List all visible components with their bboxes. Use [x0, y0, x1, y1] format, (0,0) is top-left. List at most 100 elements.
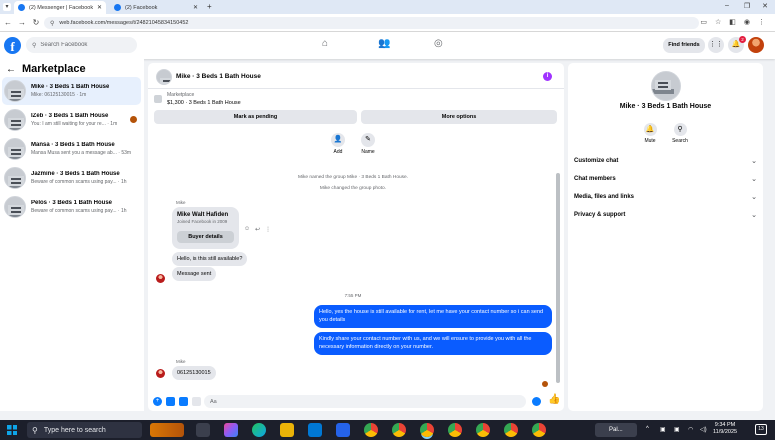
sender-avatar: [156, 369, 165, 378]
reply-icon[interactable]: ↩: [255, 226, 260, 233]
conversation-item[interactable]: Mike · 3 Beds 1 Bath House Mike: 0612513…: [2, 77, 141, 105]
outgoing-message[interactable]: Hello, yes the house is still available …: [314, 305, 552, 328]
image-icon[interactable]: [166, 397, 175, 406]
tab-messenger[interactable]: (2) Messenger | Facebook ✕: [14, 1, 106, 14]
customize-chat-section[interactable]: Customize chat ⌄: [574, 155, 757, 167]
chat-title[interactable]: Mike · 3 Beds 1 Bath House: [176, 73, 261, 80]
chrome-icon[interactable]: [420, 423, 434, 437]
find-friends-button[interactable]: Find friends: [663, 38, 705, 53]
menu-grid-icon[interactable]: ⋮⋮: [708, 37, 724, 53]
forward-icon[interactable]: →: [17, 18, 27, 28]
friends-icon[interactable]: 👥: [378, 38, 390, 49]
tray-app-icon[interactable]: ▣: [674, 426, 680, 433]
edge-icon[interactable]: [252, 423, 266, 437]
conversation-info-icon[interactable]: i: [543, 72, 552, 81]
minimize-icon[interactable]: –: [720, 2, 734, 9]
tab-facebook[interactable]: (2) Facebook ✕: [110, 1, 202, 14]
incoming-message[interactable]: Hello, is this still available?: [172, 252, 248, 266]
bookmark-star-icon[interactable]: ☆: [715, 18, 721, 26]
incoming-message[interactable]: Message sent: [172, 267, 217, 281]
cast-icon[interactable]: ▭: [700, 18, 707, 26]
news-widget-icon[interactable]: [150, 423, 184, 437]
plus-icon[interactable]: +: [153, 397, 162, 406]
close-tab-icon[interactable]: ✕: [193, 4, 198, 11]
tab-search-icon[interactable]: ▾: [3, 3, 11, 11]
chevron-down-icon: ⌄: [751, 158, 757, 165]
groups-icon[interactable]: ◎: [434, 38, 443, 49]
chrome-icon[interactable]: [364, 423, 378, 437]
marketplace-listing-banner[interactable]: Marketplace $1,300 · 3 Beds 1 Bath House: [154, 92, 241, 106]
sender-name: Mike: [176, 359, 186, 364]
react-icon[interactable]: ☺: [244, 226, 250, 233]
privacy-support-section[interactable]: Privacy & support ⌄: [574, 209, 757, 221]
profile-icon[interactable]: ◉: [744, 18, 750, 26]
add-people-button[interactable]: 👤 Add: [326, 133, 350, 155]
windows-start-icon[interactable]: [7, 425, 17, 435]
chrome-icon[interactable]: [476, 423, 490, 437]
copilot-icon[interactable]: [224, 423, 238, 437]
close-window-icon[interactable]: ✕: [758, 2, 772, 10]
wifi-icon[interactable]: ◠: [688, 426, 693, 433]
more-options-button[interactable]: More options: [361, 110, 557, 124]
volume-icon[interactable]: ◁): [700, 426, 707, 433]
name-group-button[interactable]: ✎ Name: [356, 133, 380, 155]
buyer-details-button[interactable]: Buyer details: [177, 231, 234, 243]
group-avatar[interactable]: [651, 71, 681, 101]
conversation-item[interactable]: Mansa · 3 Beds 1 Bath House Mansa Musa s…: [2, 135, 141, 163]
facebook-logo-icon[interactable]: f: [4, 37, 21, 54]
chrome-icon[interactable]: [392, 423, 406, 437]
back-icon[interactable]: ←: [3, 18, 13, 28]
house-avatar: [4, 196, 26, 218]
menu-icon[interactable]: ⋮: [758, 18, 765, 26]
url-field[interactable]: ⚲ web.facebook.com/messages/t/2482104583…: [44, 17, 699, 29]
facebook-search[interactable]: ⚲: [26, 37, 137, 53]
restore-icon[interactable]: ❐: [740, 2, 754, 10]
taskbar-search[interactable]: ⚲ Type here to search: [27, 422, 142, 438]
outlook-icon[interactable]: [308, 423, 322, 437]
profile-avatar[interactable]: [748, 37, 764, 53]
facebook-search-input[interactable]: [40, 42, 131, 48]
mute-button[interactable]: 🔔 Mute: [635, 123, 665, 144]
file-explorer-icon[interactable]: [280, 423, 294, 437]
chat-members-section[interactable]: Chat members ⌄: [574, 173, 757, 185]
conversation-item[interactable]: IZeb · 3 Beds 1 Bath House You: I am sti…: [2, 106, 141, 134]
listing-price: $1,300 · 3 Beds 1 Bath House: [167, 100, 241, 106]
chrome-icon[interactable]: [532, 423, 546, 437]
gif-icon[interactable]: [192, 397, 201, 406]
emoji-icon[interactable]: [532, 397, 541, 406]
message-composer: + 👍: [148, 392, 564, 411]
outgoing-message[interactable]: Kindly share your contact number with us…: [314, 332, 552, 355]
task-view-icon[interactable]: [196, 423, 210, 437]
house-avatar: [4, 138, 26, 160]
search-label: Search: [672, 138, 688, 144]
tray-app-icon[interactable]: ▣: [660, 426, 666, 433]
more-icon[interactable]: ⋮: [265, 226, 271, 233]
notification-center-icon[interactable]: 13: [755, 424, 767, 435]
conversation-item[interactable]: Pelos · 3 Beds 1 Bath House Beware of co…: [2, 193, 141, 221]
chrome-icon[interactable]: [448, 423, 462, 437]
close-tab-icon[interactable]: ✕: [97, 4, 102, 11]
taskbar-clock[interactable]: 9:34 PM 11/9/2025: [713, 422, 737, 436]
pinned-app-button[interactable]: Pal...: [595, 423, 637, 437]
new-tab-icon[interactable]: +: [207, 2, 212, 11]
thumbs-up-icon[interactable]: 👍: [548, 394, 560, 405]
search-conversation-button[interactable]: ⚲ Search: [665, 123, 695, 144]
sticker-icon[interactable]: [179, 397, 188, 406]
home-icon[interactable]: ⌂: [322, 38, 328, 49]
back-arrow-icon[interactable]: ←: [6, 64, 16, 75]
chevron-down-icon: ⌄: [751, 212, 757, 219]
chat-avatar[interactable]: [156, 69, 172, 85]
message-input[interactable]: [204, 395, 504, 408]
chrome-icon[interactable]: [504, 423, 518, 437]
reload-icon[interactable]: ↻: [31, 18, 41, 28]
media-files-links-section[interactable]: Media, files and links ⌄: [574, 191, 757, 203]
tray-chevron-icon[interactable]: ^: [646, 426, 649, 432]
chat-scrollbar[interactable]: [556, 173, 560, 383]
extension-icon[interactable]: ◧: [729, 18, 736, 26]
mark-as-pending-button[interactable]: Mark as pending: [154, 110, 357, 124]
add-label: Add: [333, 149, 343, 155]
site-info-icon[interactable]: ⚲: [50, 20, 54, 27]
conversation-item[interactable]: Jazmine · 3 Beds 1 Bath House Beware of …: [2, 164, 141, 192]
incoming-message[interactable]: 06125130015: [172, 366, 216, 380]
store-icon[interactable]: [336, 423, 350, 437]
